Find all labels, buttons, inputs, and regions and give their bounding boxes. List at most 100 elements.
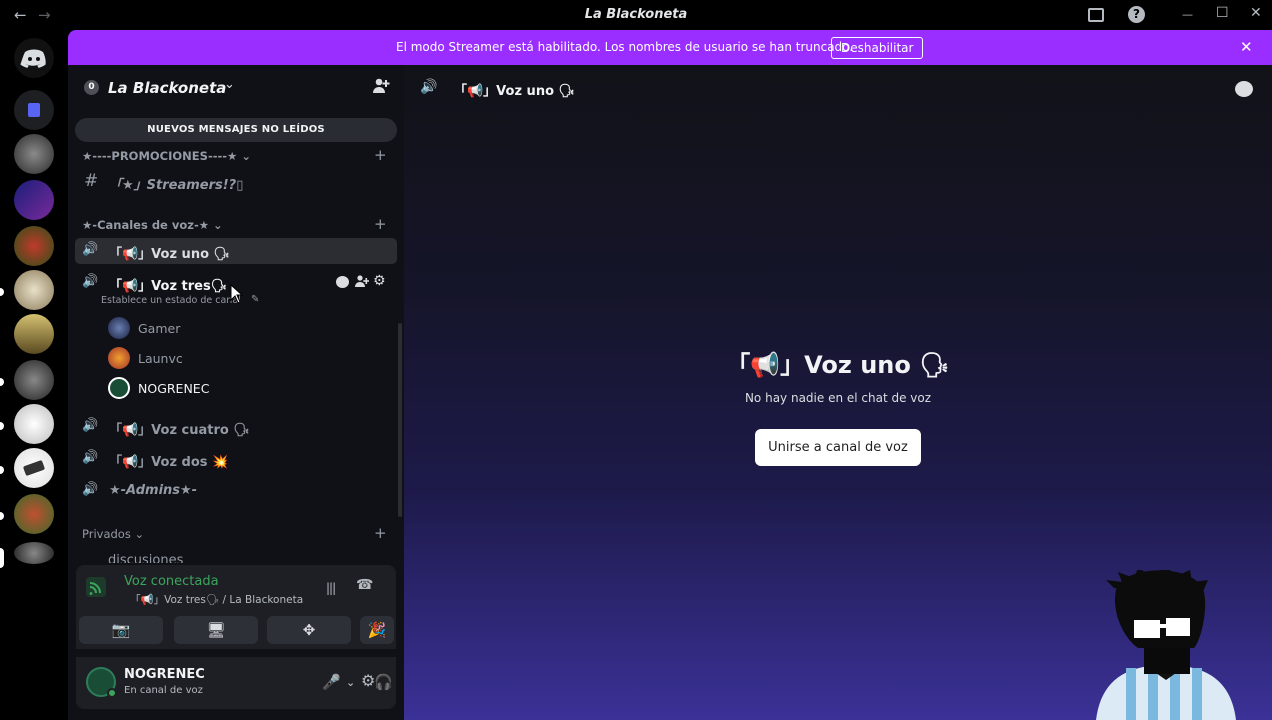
channel-voz-dos[interactable]: 🔊 「📢」Voz dos 💥 (75, 446, 397, 472)
category-privados[interactable]: Privados ⌄ (82, 527, 144, 541)
join-voice-button[interactable]: Unirse a canal de voz (755, 429, 921, 466)
channel-name: 「★」Streamers!?▯ (109, 178, 244, 193)
server-icon[interactable] (14, 226, 54, 266)
banner-text: El modo Streamer está habilitado. Los no… (396, 40, 854, 54)
chevron-down-icon[interactable]: ⌄ (224, 77, 235, 92)
add-channel-icon[interactable]: + (374, 524, 387, 542)
channel-name: ★-Admins★- (109, 483, 198, 498)
minimize-icon[interactable]: — (1182, 8, 1193, 21)
discord-home-icon[interactable] (14, 38, 54, 78)
guild-badge: 0 (84, 80, 99, 95)
avatar (108, 377, 130, 399)
soundboard-button[interactable]: 🎉 (360, 616, 394, 644)
user-name: Gamer (138, 321, 181, 336)
gear-icon[interactable]: ⚙ (373, 273, 386, 289)
server-icon[interactable] (14, 314, 54, 354)
empty-voice-message: No hay nadie en el chat de voz (744, 391, 932, 405)
add-user-icon[interactable] (355, 274, 370, 291)
locked-speaker-icon: 🔊 (82, 482, 99, 497)
channel-voz-uno[interactable]: 🔊 「📢」Voz uno 🗣 (75, 238, 397, 264)
category-promociones[interactable]: ★----PROMOCIONES----★ ⌄ (82, 149, 251, 163)
unread-indicator (0, 466, 4, 474)
channel-admins[interactable]: 🔊 ★-Admins★- (75, 478, 397, 504)
unread-indicator (0, 288, 4, 296)
category-voz[interactable]: ★-Canales de voz-★ ⌄ (82, 218, 223, 232)
add-channel-icon[interactable]: + (374, 146, 387, 164)
sidebar-scrollbar[interactable] (398, 323, 402, 517)
server-icon[interactable] (14, 542, 54, 564)
invite-icon[interactable] (372, 77, 390, 99)
disable-streamer-button[interactable]: Deshabilitar (831, 37, 924, 59)
unread-indicator (0, 512, 4, 520)
user-status: En canal de voz (124, 685, 203, 696)
unread-indicator (0, 378, 4, 386)
server-icon[interactable] (14, 180, 54, 220)
channel-name: 「📢」Voz dos 💥 (109, 455, 229, 470)
speaker-icon: 🔊 (420, 79, 438, 95)
edit-icon[interactable]: ✎ (251, 294, 259, 305)
channel-sidebar: 0 La Blackoneta ⌄ NUEVOS MENSAJES NO LEÍ… (68, 65, 404, 720)
voice-channel-label[interactable]: 「📢」Voz tres🗣 / La Blackoneta (130, 592, 303, 607)
signal-icon[interactable] (86, 577, 106, 597)
server-icon[interactable] (14, 448, 54, 488)
channel-name: 「📢」Voz uno 🗣 (109, 247, 231, 262)
channel-name: 「📢」Voz tres🗣 (109, 279, 228, 294)
noise-suppression-icon[interactable]: ||| (326, 581, 336, 595)
maximize-icon[interactable]: ☐ (1216, 5, 1229, 21)
channel-name: 「📢」Voz cuatro 🗣 (109, 423, 250, 438)
chevron-down-icon[interactable]: ⌄ (346, 676, 355, 689)
user-name[interactable]: NOGRENEC (124, 667, 205, 682)
window-title: La Blackoneta (584, 7, 688, 22)
channel-discusiones[interactable]: discusiones (108, 553, 183, 563)
unread-indicator (0, 422, 4, 430)
speaker-icon: 🔊 (82, 450, 99, 465)
server-icon[interactable] (14, 494, 54, 534)
gear-icon[interactable]: ⚙ (361, 671, 375, 690)
server-icon[interactable] (14, 134, 54, 174)
channel-status[interactable]: Establece un estado de canal (101, 295, 241, 306)
voice-connected-panel: Voz conectada 「📢」Voz tres🗣 / La Blackone… (76, 565, 396, 649)
channel-voz-cuatro[interactable]: 🔊 「📢」Voz cuatro 🗣 (75, 414, 397, 440)
screen-share-button[interactable]: 🖥 (174, 616, 258, 644)
channel-title: 「📢」Voz uno 🗣 (454, 84, 576, 99)
disconnect-icon[interactable]: ☎ (356, 577, 373, 593)
hash-icon: # (84, 171, 99, 191)
server-icon[interactable] (14, 360, 54, 400)
channel-streamers[interactable]: # 「★」Streamers!?▯ (75, 169, 397, 195)
cursor-icon (230, 284, 244, 304)
server-icon[interactable] (14, 404, 54, 444)
activities-button[interactable]: ✥ (267, 616, 351, 644)
help-icon[interactable]: ? (1128, 6, 1145, 23)
avatar (108, 347, 130, 369)
guild-header[interactable]: 0 La Blackoneta ⌄ (68, 65, 404, 111)
channel-header: 🔊 「📢」Voz uno 🗣 💬 (404, 65, 1272, 111)
headset-icon[interactable]: 🎧 (374, 673, 393, 691)
speaker-icon: 🔊 (82, 418, 99, 433)
user-name: Launvc (138, 351, 183, 366)
close-icon[interactable]: ✕ (1250, 5, 1262, 21)
direct-messages-icon[interactable] (14, 90, 54, 130)
voice-channel-view: 🔊 「📢」Voz uno 🗣 💬 「📢」Voz uno 🗣 No hay nad… (404, 65, 1272, 720)
status-dot (107, 688, 117, 698)
microphone-icon[interactable]: 🎤 (322, 673, 341, 691)
chat-bubble-icon[interactable] (336, 276, 349, 288)
voice-channel-title: 「📢」Voz uno 🗣 (726, 351, 950, 379)
inbox-icon[interactable] (1088, 8, 1104, 22)
voice-status[interactable]: Voz conectada (124, 574, 219, 589)
avatar (108, 317, 130, 339)
streamer-mode-banner: El modo Streamer está habilitado. Los no… (68, 30, 1272, 65)
banner-close-icon[interactable]: ✕ (1240, 38, 1253, 56)
chat-icon[interactable]: 💬 (1235, 81, 1253, 97)
speaker-icon: 🔊 (82, 242, 99, 257)
selected-indicator (0, 548, 4, 568)
title-bar: ← → La Blackoneta ? — ☐ ✕ (0, 0, 1272, 30)
add-channel-icon[interactable]: + (374, 215, 387, 233)
server-icon[interactable] (14, 270, 54, 310)
server-rail (0, 30, 68, 720)
speaker-icon: 🔊 (82, 274, 99, 289)
user-name: NOGRENEC (138, 381, 210, 396)
camera-button[interactable]: 📷 (79, 616, 163, 644)
new-messages-bar[interactable]: NUEVOS MENSAJES NO LEÍDOS (75, 118, 397, 142)
guild-name[interactable]: La Blackoneta (108, 79, 226, 97)
streamer-avatar-overlay (1096, 570, 1236, 720)
